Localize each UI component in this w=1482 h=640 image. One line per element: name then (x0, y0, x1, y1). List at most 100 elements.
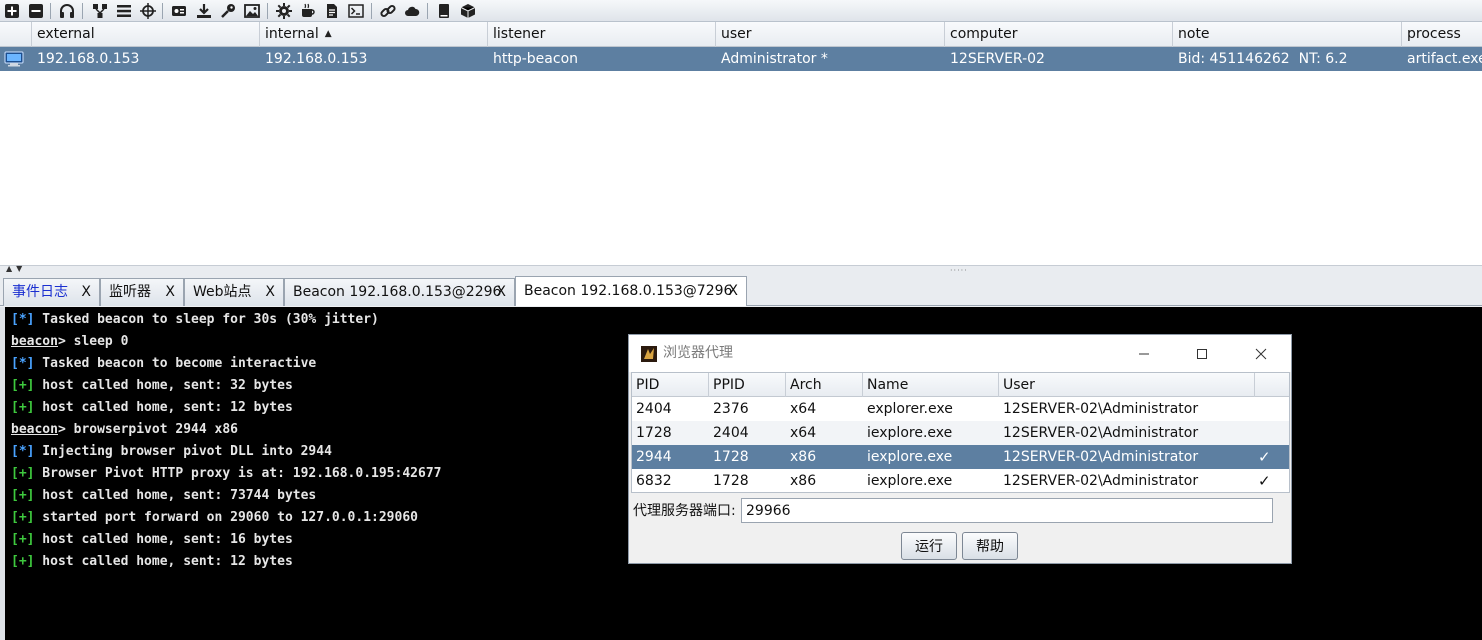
header-internal[interactable]: internal ▲ (260, 22, 488, 47)
tab-web-sites[interactable]: Web站点 X (184, 278, 284, 306)
console-line: [*] Injecting browser pivot DLL into 294… (11, 444, 332, 459)
beacon-row[interactable]: 192.168.0.153 192.168.0.153 http-beacon … (0, 47, 1482, 71)
settings-icon[interactable] (275, 2, 293, 20)
header-status[interactable] (1255, 373, 1289, 397)
dialog-title: 浏览器代理 (663, 345, 733, 361)
header-user[interactable]: user (716, 22, 945, 47)
close-icon[interactable]: X (81, 279, 91, 305)
header-pid[interactable]: PID (632, 373, 709, 397)
console-line: [+] Browser Pivot HTTP proxy is at: 192.… (11, 466, 442, 481)
cell-arch: x64 (790, 401, 817, 417)
tab-bar: 事件日志 X 监听器 X Web站点 X Beacon 192.168.0.15… (0, 276, 1482, 306)
check-icon: ✓ (1258, 472, 1271, 490)
cell-user: 12SERVER-02\Administrator (1003, 449, 1199, 465)
script-icon[interactable] (323, 2, 341, 20)
process-row-selected[interactable]: 2944 1728 x86 iexplore.exe 12SERVER-02\A… (632, 445, 1289, 469)
header-note[interactable]: note (1173, 22, 1402, 47)
console-line: [+] started port forward on 29060 to 127… (11, 510, 418, 525)
header-process[interactable]: process (1402, 22, 1482, 47)
session-table-icon[interactable] (115, 2, 133, 20)
pivot-graph-icon[interactable] (91, 2, 109, 20)
tab-event-log[interactable]: 事件日志 X (3, 278, 100, 306)
sort-ascending-icon: ▲ (324, 29, 332, 39)
cloud-icon[interactable] (403, 2, 421, 20)
header-external[interactable]: external (32, 22, 260, 47)
maximize-button[interactable] (1179, 335, 1225, 372)
minimize-icon (1139, 353, 1149, 354)
cell-name: iexplore.exe (867, 425, 953, 441)
cell-arch: x86 (790, 473, 817, 489)
disconnect-icon[interactable] (27, 2, 45, 20)
browser-pivot-dialog: 浏览器代理 PID PPID Arch Name User 2404 2376 … (628, 334, 1292, 564)
console-line: [+] host called home, sent: 12 bytes (11, 400, 293, 415)
cell-name: explorer.exe (867, 401, 953, 417)
cell-note: Bid: 451146262 NT: 6.2 (1178, 51, 1348, 67)
console-line: [+] host called home, sent: 12 bytes (11, 554, 293, 569)
process-row[interactable]: 2404 2376 x64 explorer.exe 12SERVER-02\A… (632, 397, 1289, 421)
proxy-port-input[interactable] (741, 498, 1273, 523)
screenshots-icon[interactable] (243, 2, 261, 20)
run-button[interactable]: 运行 (901, 532, 957, 560)
header-ppid[interactable]: PPID (709, 373, 786, 397)
keystrokes-icon[interactable] (219, 2, 237, 20)
tab-beacon-2296[interactable]: Beacon 192.168.0.153@2296 X (284, 278, 515, 306)
cell-computer: 12SERVER-02 (950, 51, 1045, 67)
cell-user: 12SERVER-02\Administrator (1003, 425, 1199, 441)
listeners-icon[interactable] (58, 2, 76, 20)
header-name[interactable]: Name (863, 373, 999, 397)
console-line: [*] Tasked beacon to become interactive (11, 356, 317, 371)
cell-pid: 2944 (636, 449, 672, 465)
coffee-icon[interactable] (299, 2, 317, 20)
drag-grip-icon[interactable]: ····· (950, 266, 968, 275)
package-icon[interactable] (459, 2, 477, 20)
tab-beacon-7296[interactable]: Beacon 192.168.0.153@7296 X (515, 276, 747, 306)
beacon-prompt: beacon (11, 422, 58, 437)
header-listener[interactable]: listener (488, 22, 716, 47)
connect-icon[interactable] (3, 2, 21, 20)
close-icon[interactable]: X (496, 279, 506, 305)
minimize-button[interactable] (1121, 335, 1167, 372)
process-row[interactable]: 6832 1728 x86 iexplore.exe 12SERVER-02\A… (632, 469, 1289, 493)
header-computer[interactable]: computer (945, 22, 1173, 47)
beacon-prompt: beacon (11, 334, 58, 349)
cell-external: 192.168.0.153 (37, 51, 140, 67)
console-line: [+] host called home, sent: 32 bytes (11, 378, 293, 393)
process-row[interactable]: 1728 2404 x64 iexplore.exe 12SERVER-02\A… (632, 421, 1289, 445)
cell-pid: 6832 (636, 473, 672, 489)
close-icon[interactable]: X (165, 279, 175, 305)
targets-icon[interactable] (139, 2, 157, 20)
cell-user: Administrator * (721, 51, 828, 67)
cell-user: 12SERVER-02\Administrator (1003, 473, 1199, 489)
cell-pid: 1728 (636, 425, 672, 441)
downloads-icon[interactable] (195, 2, 213, 20)
cell-pid: 2404 (636, 401, 672, 417)
beacon-table-header: external internal ▲ listener user compute… (0, 22, 1482, 47)
cell-user: 12SERVER-02\Administrator (1003, 401, 1199, 417)
close-icon[interactable]: X (728, 277, 738, 305)
docs-icon[interactable] (435, 2, 453, 20)
header-arch[interactable]: Arch (786, 373, 863, 397)
console-line: [*] Tasked beacon to sleep for 30s (30% … (11, 312, 379, 327)
header-icon-column[interactable] (0, 22, 32, 47)
close-icon[interactable]: X (265, 279, 275, 305)
beacon-table: external internal ▲ listener user compute… (0, 22, 1482, 266)
header-user[interactable]: User (999, 373, 1255, 397)
close-button[interactable] (1238, 335, 1284, 372)
cell-ppid: 1728 (713, 473, 749, 489)
split-pane-divider[interactable]: ▲▼ ····· (0, 264, 1482, 276)
help-button[interactable]: 帮助 (962, 532, 1018, 560)
cell-ppid: 1728 (713, 449, 749, 465)
process-table-header: PID PPID Arch Name User (632, 373, 1289, 397)
console-icon[interactable] (347, 2, 365, 20)
check-icon: ✓ (1258, 448, 1271, 466)
computer-icon (4, 51, 24, 67)
link-icon[interactable] (379, 2, 397, 20)
credentials-icon[interactable] (170, 2, 188, 20)
cell-ppid: 2376 (713, 401, 749, 417)
console-line: beacon> browserpivot 2944 x86 (11, 422, 238, 437)
console-line: beacon> sleep 0 (11, 334, 129, 349)
collapse-arrows-icon[interactable]: ▲▼ (6, 264, 26, 273)
tab-listeners[interactable]: 监听器 X (100, 278, 184, 306)
cell-name: iexplore.exe (867, 449, 953, 465)
dialog-title-bar[interactable]: 浏览器代理 (629, 335, 1291, 372)
